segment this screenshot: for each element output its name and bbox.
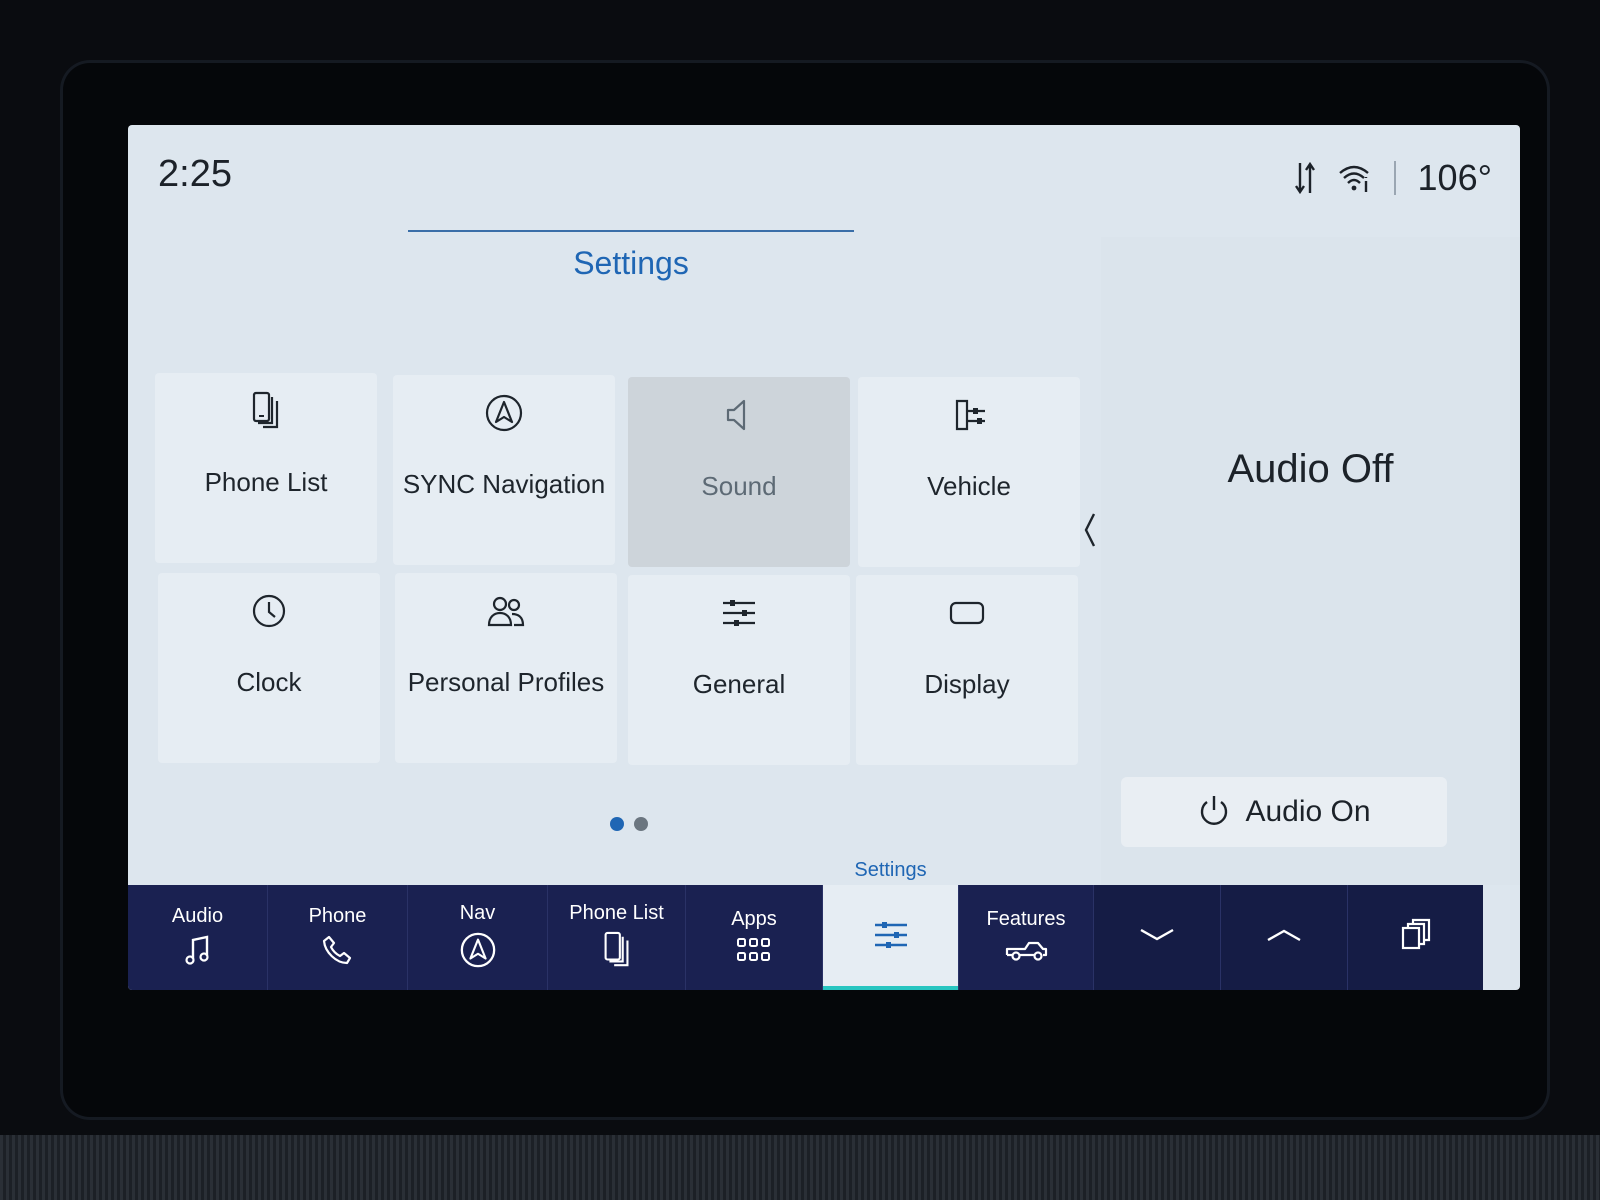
tile-sound[interactable]: Sound <box>628 377 850 567</box>
display-icon <box>947 593 987 633</box>
nav-features[interactable]: Features <box>959 885 1094 990</box>
audio-on-label: Audio On <box>1245 795 1371 828</box>
header-underline <box>408 230 854 232</box>
truck-icon <box>1004 937 1048 968</box>
nav-label: Features <box>986 907 1066 930</box>
wifi-info-icon <box>1338 163 1372 193</box>
phone-list-icon <box>251 391 281 431</box>
nav-label: Nav <box>459 901 496 924</box>
chevron-down-icon <box>1137 925 1177 950</box>
vehicle-settings-icon <box>949 395 989 435</box>
scroll-down-button[interactable] <box>1094 885 1221 990</box>
power-icon <box>1197 793 1231 832</box>
profiles-icon <box>486 591 526 631</box>
tile-label: Vehicle <box>927 471 1011 501</box>
nav-label: Phone List <box>569 901 664 924</box>
navigation-icon <box>484 393 524 433</box>
audio-panel: Audio Off Audio On <box>1101 237 1520 885</box>
nav-nav[interactable]: Nav <box>408 885 548 990</box>
music-note-icon <box>183 934 213 971</box>
nav-label: Audio <box>171 904 224 927</box>
nav-label: Settings <box>854 859 927 881</box>
tile-phone-list[interactable]: Phone List <box>155 373 377 563</box>
tile-label: SYNC Navigation <box>402 469 606 499</box>
nav-phone-list[interactable]: Phone List <box>548 885 686 990</box>
nav-apps[interactable]: Apps <box>686 885 823 990</box>
dashboard-trim <box>0 1135 1600 1200</box>
navigation-icon <box>459 931 497 974</box>
nav-settings[interactable]: Settings <box>823 859 959 990</box>
status-divider <box>1393 161 1396 195</box>
tile-sync-navigation[interactable]: SYNC Navigation <box>393 375 615 565</box>
tile-label: Personal Profiles <box>407 667 605 697</box>
nav-phone[interactable]: Phone <box>268 885 408 990</box>
apps-grid-icon <box>736 937 772 968</box>
tile-vehicle[interactable]: Vehicle <box>858 377 1080 567</box>
page-dot-active <box>610 817 624 831</box>
tile-label: Sound <box>701 471 777 501</box>
tile-label: General <box>692 669 786 699</box>
sliders-icon <box>719 593 759 633</box>
audio-status: Audio Off <box>1227 447 1394 491</box>
audio-on-button[interactable]: Audio On <box>1121 777 1447 847</box>
settings-panel: Settings Phone List SYNC Navigation Soun… <box>138 125 1098 885</box>
tile-label: Clock <box>236 667 302 697</box>
page-indicator <box>610 817 648 831</box>
data-transfer-icon <box>1294 161 1316 195</box>
page-title: Settings <box>573 245 689 281</box>
tile-general[interactable]: General <box>628 575 850 765</box>
copy-windows-icon <box>1400 918 1432 957</box>
scroll-up-button[interactable] <box>1221 885 1348 990</box>
tile-personal-profiles[interactable]: Personal Profiles <box>395 573 617 763</box>
chevron-up-icon <box>1264 925 1304 950</box>
phone-list-icon <box>602 931 632 974</box>
nav-audio[interactable]: Audio <box>128 885 268 990</box>
sliders-icon <box>871 919 911 956</box>
nav-label: Apps <box>731 907 777 930</box>
phone-handset-icon <box>322 934 354 971</box>
tile-display[interactable]: Display <box>856 575 1078 765</box>
windows-button[interactable] <box>1348 885 1483 990</box>
tile-clock[interactable]: Clock <box>158 573 380 763</box>
tile-label: Display <box>924 669 1010 699</box>
chevron-left-icon[interactable] <box>1080 510 1100 550</box>
clock-icon <box>251 591 287 631</box>
speaker-icon <box>724 395 754 435</box>
status-icons: 106° <box>1294 157 1492 199</box>
page-dot[interactable] <box>634 817 648 831</box>
nav-label: Phone <box>308 904 367 927</box>
tile-label: Phone List <box>204 467 328 497</box>
outside-temperature: 106° <box>1417 157 1492 198</box>
bottom-nav: Audio Phone Nav Phone List Apps Settings… <box>128 859 1520 990</box>
infotainment-screen: 2:25 106° Settings Phone List SYNC Navig… <box>128 125 1520 990</box>
